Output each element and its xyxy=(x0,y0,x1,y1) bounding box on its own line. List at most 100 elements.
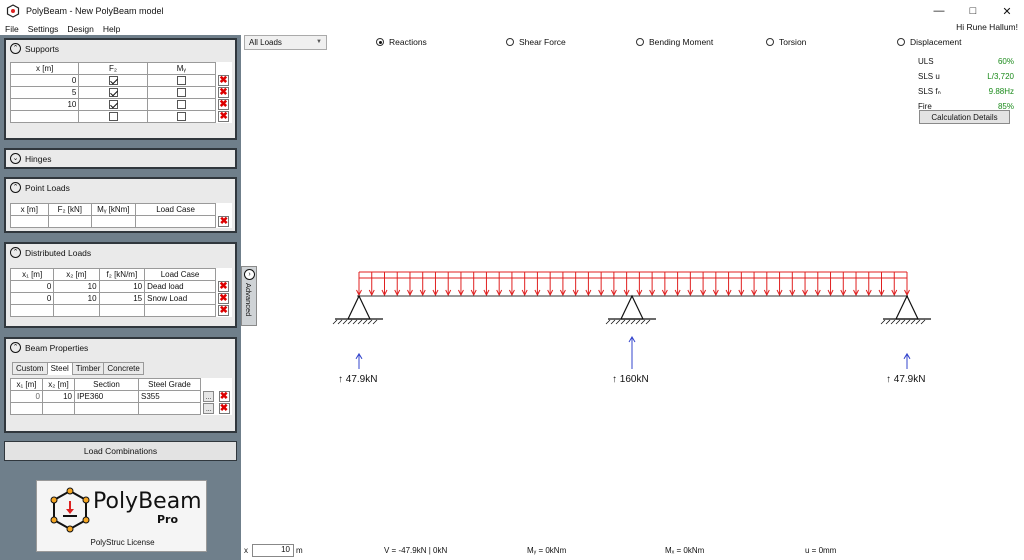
collapse-icon[interactable]: ⌃ xyxy=(10,342,21,353)
table-row: ✖ xyxy=(9,110,232,123)
steel-grade-cell[interactable] xyxy=(138,402,201,415)
menu-design[interactable]: Design xyxy=(62,24,97,34)
tab-custom[interactable]: Custom xyxy=(12,362,48,375)
view-toolbar: All Loads ▼ Reactions Shear Force Bendin… xyxy=(241,35,1024,51)
x1-cell[interactable]: 0 xyxy=(9,280,55,293)
x2-cell[interactable] xyxy=(42,402,75,415)
fz-cell[interactable] xyxy=(98,304,146,317)
section-cell[interactable] xyxy=(74,402,139,415)
my-checkbox[interactable] xyxy=(176,76,186,86)
support-hatch xyxy=(920,319,926,325)
menu-help[interactable]: Help xyxy=(98,24,124,34)
displacement-readout: u = 0mm xyxy=(805,546,837,555)
load-case-cell[interactable]: Snow Load xyxy=(144,292,216,305)
load-case-dropdown[interactable]: All Loads ▼ xyxy=(244,35,327,50)
support-hatch xyxy=(915,319,921,325)
table-row: 5 ✖ xyxy=(9,86,232,99)
menu-bar: File Settings Design Help Hi Rune Hallum… xyxy=(0,22,1024,35)
radio-torsion[interactable]: Torsion xyxy=(766,37,806,47)
delete-row-icon[interactable]: ✖ xyxy=(218,111,230,122)
browse-button[interactable]: ... xyxy=(203,391,214,402)
delete-row-icon[interactable]: ✖ xyxy=(218,391,230,402)
x1-cell[interactable] xyxy=(10,402,43,415)
radio-reactions[interactable]: Reactions xyxy=(376,37,427,47)
load-case-cell[interactable] xyxy=(144,304,216,317)
distributed-loads-header[interactable]: ⌃ Distributed Loads xyxy=(6,244,235,261)
logo-edition: Pro xyxy=(157,513,179,526)
load-combinations-button[interactable]: Load Combinations xyxy=(4,441,237,461)
x2-cell[interactable] xyxy=(53,304,100,317)
delete-row-icon[interactable]: ✖ xyxy=(217,293,229,304)
fz-cell[interactable]: 10 xyxy=(98,280,146,293)
tab-concrete[interactable]: Concrete xyxy=(103,362,144,375)
x1-cell[interactable]: 0 xyxy=(9,292,55,305)
col-fz: f₂ [kN/m] xyxy=(98,268,146,281)
table-row: 0 10 15 Snow Load ✖ xyxy=(9,292,232,305)
x2-cell[interactable]: 10 xyxy=(53,292,100,305)
my-checkbox[interactable] xyxy=(176,88,186,98)
support-hatch xyxy=(905,319,911,325)
radio-icon[interactable] xyxy=(766,38,774,46)
load-case-cell[interactable]: Dead load xyxy=(144,280,216,293)
fz-cell[interactable]: 15 xyxy=(98,292,146,305)
x1-cell[interactable]: 0 xyxy=(10,390,43,403)
x1-cell[interactable] xyxy=(9,304,55,317)
distributed-loads-title: Distributed Loads xyxy=(25,247,92,258)
delete-row-icon[interactable]: ✖ xyxy=(217,75,229,86)
delete-row-icon[interactable]: ✖ xyxy=(217,99,229,110)
reaction-label: ↑ 47.9kN xyxy=(886,374,926,385)
radio-icon[interactable] xyxy=(506,38,514,46)
moment-x-readout: Mₓ = 0kNm xyxy=(665,546,705,555)
browse-button[interactable]: ... xyxy=(203,403,215,414)
delete-row-icon[interactable]: ✖ xyxy=(218,216,230,227)
support-x-cell[interactable]: 5 xyxy=(9,86,80,99)
collapse-icon[interactable]: ⌃ xyxy=(10,247,21,258)
radio-shear-force[interactable]: Shear Force xyxy=(506,37,566,47)
radio-bending-moment[interactable]: Bending Moment xyxy=(636,37,713,47)
radio-selected-icon[interactable] xyxy=(376,38,384,46)
supports-header[interactable]: ⌃ Supports xyxy=(6,40,235,57)
close-icon[interactable]: ✕ xyxy=(990,0,1024,22)
tab-timber[interactable]: Timber xyxy=(71,362,105,375)
x-position-input[interactable]: 10 xyxy=(252,544,294,557)
radio-displacement[interactable]: Displacement xyxy=(897,37,962,47)
beam-properties-header[interactable]: ⌃ Beam Properties xyxy=(6,339,235,356)
my-checkbox[interactable] xyxy=(176,100,186,110)
support-x-cell[interactable]: 0 xyxy=(9,74,80,87)
fz-checkbox[interactable] xyxy=(108,88,118,98)
maximize-icon[interactable]: □ xyxy=(956,0,990,22)
hinges-header[interactable]: ⌄ Hinges xyxy=(6,150,235,167)
collapse-icon[interactable]: ⌃ xyxy=(10,43,21,54)
menu-file[interactable]: File xyxy=(0,24,23,34)
support-hatch xyxy=(337,319,343,325)
col-x: x [m] xyxy=(10,203,49,216)
delete-row-icon[interactable]: ✖ xyxy=(218,305,230,316)
collapse-icon[interactable]: ⌃ xyxy=(10,182,21,193)
supports xyxy=(332,294,931,325)
radio-icon[interactable] xyxy=(636,38,644,46)
beam-diagram-svg xyxy=(332,271,931,369)
tab-steel[interactable]: Steel xyxy=(46,362,73,375)
delete-row-icon[interactable]: ✖ xyxy=(217,87,229,98)
support-x-cell[interactable] xyxy=(9,110,80,123)
reaction-label: ↑ 47.9kN xyxy=(338,374,378,385)
support-hatch xyxy=(880,319,886,325)
radio-icon[interactable] xyxy=(897,38,905,46)
support-x-cell[interactable]: 10 xyxy=(9,98,80,111)
my-checkbox[interactable] xyxy=(176,112,186,122)
support-hatch xyxy=(357,319,363,325)
point-loads-header[interactable]: ⌃ Point Loads xyxy=(6,179,235,196)
section-cell[interactable]: IPE360 xyxy=(74,390,139,403)
fz-checkbox[interactable] xyxy=(108,100,118,110)
menu-settings[interactable]: Settings xyxy=(23,24,63,34)
x2-cell[interactable]: 10 xyxy=(53,280,100,293)
minimize-icon[interactable]: — xyxy=(922,0,956,22)
x2-cell[interactable]: 10 xyxy=(42,390,75,403)
fz-checkbox[interactable] xyxy=(108,112,118,122)
fz-checkbox[interactable] xyxy=(108,76,118,86)
expand-icon[interactable]: ⌄ xyxy=(10,153,21,164)
delete-row-icon[interactable]: ✖ xyxy=(217,281,229,292)
delete-row-icon[interactable]: ✖ xyxy=(218,403,230,414)
logo-name: PolyBeam xyxy=(93,489,202,514)
steel-grade-cell[interactable]: S355 xyxy=(138,390,201,403)
